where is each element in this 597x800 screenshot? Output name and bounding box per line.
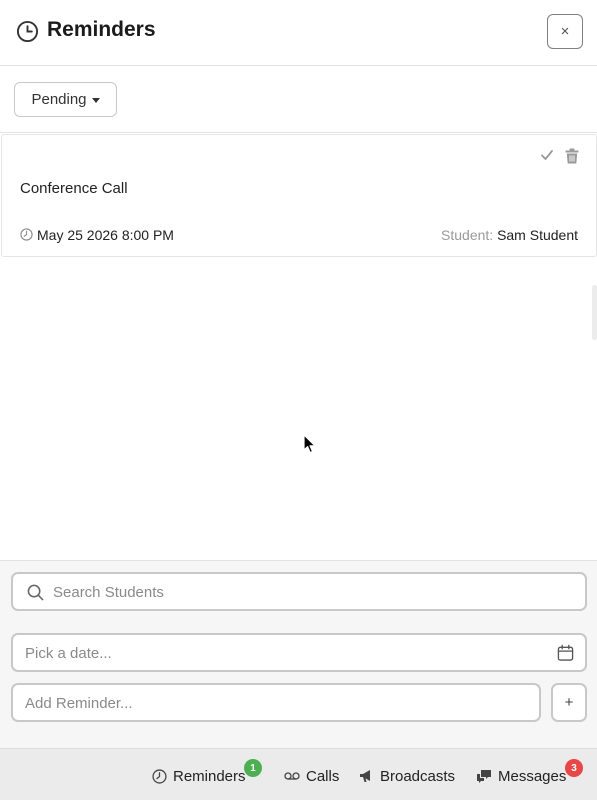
clock-icon (152, 768, 167, 784)
tab-label: Messages (498, 767, 567, 785)
add-reminder-button[interactable]: + (551, 683, 587, 722)
close-icon: × (560, 23, 570, 40)
reminder-student: Student: Sam Student (441, 227, 578, 243)
reminder-title: Conference Call (20, 180, 128, 197)
panel-header: Reminders × (0, 0, 597, 66)
taskbar-tab-messages[interactable]: Messages 3 (476, 759, 583, 786)
add-reminder-input[interactable] (25, 694, 525, 712)
status-filter-value: Pending (31, 91, 87, 108)
student-name: Sam Student (497, 227, 578, 243)
status-filter-dropdown[interactable]: Pending (14, 82, 117, 117)
add-reminder-field[interactable] (11, 683, 541, 722)
plus-icon: + (564, 694, 574, 711)
tab-label: Reminders (173, 767, 246, 785)
notification-badge: 3 (565, 759, 583, 777)
tab-label: Calls (306, 767, 340, 785)
chat-bubbles-icon (477, 770, 491, 783)
caret-down-icon (91, 98, 100, 103)
date-picker-input[interactable] (25, 644, 545, 662)
taskbar-tab-reminders[interactable]: Reminders 1 (152, 759, 262, 786)
mouse-cursor-icon (303, 434, 316, 454)
trash-icon[interactable] (565, 148, 579, 164)
close-button[interactable]: × (547, 14, 583, 49)
search-students-field[interactable] (11, 572, 587, 611)
divider (0, 132, 597, 133)
clock-icon (20, 228, 33, 241)
clock-icon (16, 20, 39, 43)
checkmark-icon[interactable] (540, 148, 554, 162)
search-students-input[interactable] (53, 583, 573, 601)
student-label: Student: (441, 227, 494, 243)
scrollbar[interactable] (592, 285, 597, 340)
bottom-taskbar: Reminders 1 Calls Broadcasts Messages 3 (0, 748, 597, 800)
reminder-datetime: May 25 2026 8:00 PM (37, 227, 174, 243)
voicemail-icon (284, 772, 300, 780)
page-title: Reminders (47, 18, 156, 41)
calendar-icon[interactable] (557, 644, 574, 662)
megaphone-icon (360, 770, 370, 782)
taskbar-tab-broadcasts[interactable]: Broadcasts (359, 766, 455, 786)
tab-label: Broadcasts (380, 767, 456, 785)
notification-badge: 1 (244, 759, 262, 777)
reminder-card: Conference Call May 25 2026 8:00 PM Stud… (1, 134, 597, 257)
date-picker-field[interactable] (11, 633, 587, 672)
taskbar-tab-calls[interactable]: Calls (284, 766, 339, 786)
search-icon (27, 584, 44, 601)
